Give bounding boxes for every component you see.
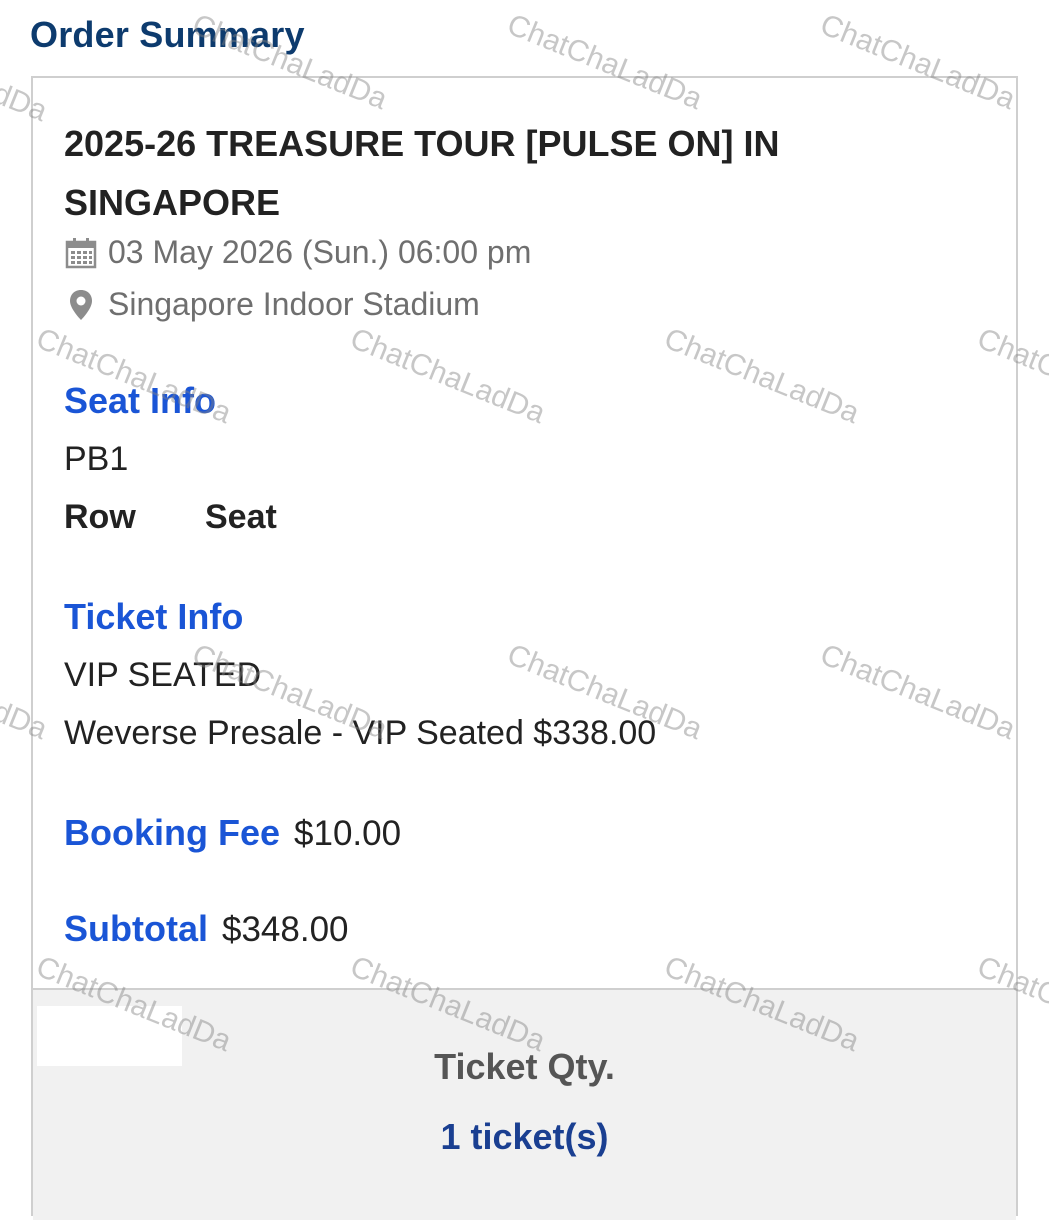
- seat-section: PB1: [64, 440, 129, 478]
- order-summary-card: 2025-26 TREASURE TOUR [PULSE ON] IN SING…: [31, 76, 1018, 1220]
- calendar-icon: [64, 236, 98, 270]
- subtotal-row: Subtotal $348.00: [64, 908, 349, 950]
- ticket-info-label: Ticket Info: [64, 596, 244, 637]
- event-date: 03 May 2026 (Sun.) 06:00 pm: [108, 234, 532, 270]
- event-venue: Singapore Indoor Stadium: [108, 286, 480, 322]
- row-label: Row: [64, 498, 136, 536]
- event-date-row: 03 May 2026 (Sun.) 06:00 pm: [64, 234, 531, 271]
- booking-fee-value: $10.00: [294, 814, 402, 853]
- map-pin-icon: [64, 288, 98, 322]
- seat-info-label: Seat Info: [64, 380, 217, 421]
- ticket-qty-label: Ticket Qty.: [434, 1046, 615, 1087]
- page-title: Order Summary: [30, 14, 305, 55]
- subtotal-label: Subtotal: [64, 908, 208, 949]
- booking-fee-row: Booking Fee $10.00: [64, 812, 401, 854]
- booking-fee-label: Booking Fee: [64, 812, 281, 853]
- ticket-qty-value: 1 ticket(s): [440, 1116, 609, 1157]
- seat-label: Seat: [205, 498, 277, 536]
- subtotal-value: $348.00: [221, 910, 349, 949]
- event-venue-row: Singapore Indoor Stadium: [64, 286, 480, 323]
- ticket-qty-panel: Ticket Qty. 1 ticket(s): [33, 988, 1016, 1220]
- event-title: 2025-26 TREASURE TOUR [PULSE ON] IN SING…: [64, 123, 780, 223]
- ticket-detail: Weverse Presale - VIP Seated $338.00: [64, 714, 657, 752]
- ticket-category: VIP SEATED: [64, 656, 262, 694]
